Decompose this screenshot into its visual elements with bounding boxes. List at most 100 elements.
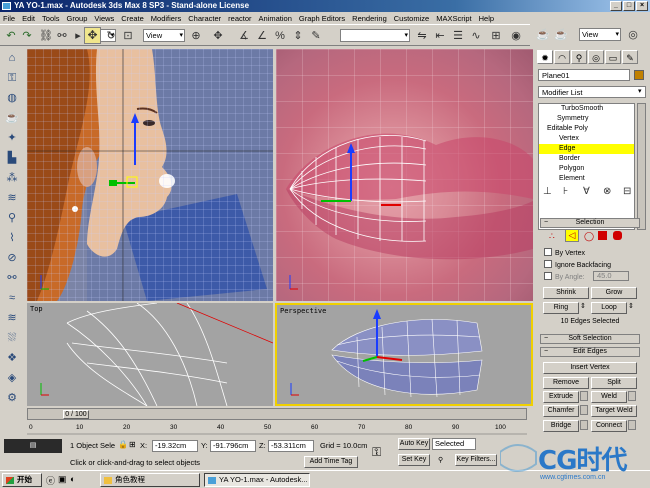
edge-mode-icon[interactable]: ◁ [565,229,579,242]
stack-scrollbar[interactable] [637,103,646,230]
viewport-left[interactable] [27,49,273,301]
light-icon[interactable]: ✦ [3,130,21,146]
utilities-tab-icon[interactable]: ✎ [622,50,638,64]
menu-customize[interactable]: Customize [394,14,429,23]
connect-settings-button[interactable] [628,420,636,430]
schematic-view-icon[interactable]: ⊞ [488,28,504,44]
render-scene-icon[interactable]: ☕ [535,27,551,43]
modifier-stack[interactable]: TurboSmooth Symmetry Editable Poly Verte… [538,103,635,230]
edit-edges-rollout-header[interactable]: Edit Edges [540,347,640,357]
maximize-button[interactable]: □ [623,1,635,11]
auto-key-button[interactable]: Auto Key [398,438,430,450]
chamfer-settings-button[interactable] [580,405,588,415]
stack-item-symmetry[interactable]: Symmetry [539,114,634,124]
stack-item-border[interactable]: Border [539,154,634,164]
menu-maxscript[interactable]: MAXScript [436,14,471,23]
redo-icon[interactable]: ↷ [19,28,35,44]
material-editor-icon[interactable]: ◉ [508,28,524,44]
chamfer-button[interactable]: Chamfer [543,405,579,417]
cloth-icon[interactable]: ⛆ [3,330,21,346]
utilities-icon[interactable]: ⚙ [3,390,21,406]
connect-button[interactable]: Connect [591,420,627,432]
object-name-field[interactable]: Plane01 [538,69,630,81]
quick-launch-media-icon[interactable]: ◐ [70,474,75,484]
angle-snap-icon[interactable]: ∠ [254,28,270,44]
create-tab-icon[interactable]: ✹ [537,50,553,64]
menu-tools[interactable]: Tools [42,14,60,23]
weld-settings-button[interactable] [628,391,636,401]
add-time-tag-button[interactable]: Add Time Tag [304,456,358,468]
bones-icon[interactable]: ⚯ [3,270,21,286]
target-weld-button[interactable]: Target Weld [591,405,637,417]
menu-group[interactable]: Group [67,14,88,23]
named-selection-icon[interactable]: ✎ [308,28,324,44]
border-mode-icon[interactable]: ◯ [584,231,594,242]
container-icon[interactable]: ⌂ [3,50,21,66]
task-button-folder[interactable]: 角色教程 [100,473,200,487]
show-end-result-icon[interactable]: ⊦ [563,186,568,197]
menu-views[interactable]: Views [94,14,114,23]
menu-graph-editors[interactable]: Graph Editors [299,14,345,23]
viewport-perspective[interactable]: Perspective [275,303,533,406]
stack-item-edge[interactable]: Edge [539,144,634,154]
menu-reactor[interactable]: reactor [228,14,251,23]
menu-modifiers[interactable]: Modifiers [151,14,181,23]
undo-icon[interactable]: ↶ [3,28,19,44]
element-mode-icon[interactable] [613,231,622,240]
link-icon[interactable]: ⛓ [38,28,54,44]
extrude-settings-button[interactable] [580,391,588,401]
maxscript-listener-icon[interactable]: ▤ [4,439,62,453]
motion-tab-icon[interactable]: ◎ [588,50,604,64]
move-tool-icon[interactable]: ✥ [84,27,101,44]
selected-set-dropdown[interactable]: Selected [432,438,476,450]
split-button[interactable]: Split [591,377,637,389]
quick-launch-ie-icon[interactable]: ⓔ [46,474,55,487]
bridge-settings-button[interactable] [580,420,588,430]
vertex-mode-icon[interactable]: ∴ [549,231,555,242]
grow-button[interactable]: Grow [591,287,637,299]
mirror-icon[interactable]: ⇋ [414,28,430,44]
by-angle-checkbox[interactable]: By Angle: [544,272,585,282]
fluid-icon[interactable]: ◈ [3,370,21,386]
percent-snap-icon[interactable]: % [272,28,288,44]
viewport-front[interactable] [276,49,533,301]
track-bar[interactable]: 0 10 20 30 40 50 60 70 80 90 100 [27,421,527,435]
stack-item-turbosmooth[interactable]: TurboSmooth [539,104,634,114]
minimize-button[interactable]: _ [610,1,622,11]
shrink-button[interactable]: Shrink [543,287,589,299]
menu-edit[interactable]: Edit [22,14,35,23]
x-coordinate-field[interactable]: -19.32cm [152,440,198,452]
menu-animation[interactable]: Animation [259,14,292,23]
absolute-mode-icon[interactable]: ⊞ [129,440,136,449]
stack-item-polygon[interactable]: Polygon [539,164,634,174]
configure-sets-icon[interactable]: ⊟ [623,186,631,197]
soft-selection-rollout-header[interactable]: Soft Selection [540,334,640,344]
set-key-button[interactable]: Set Key [398,454,430,466]
bridge-button[interactable]: Bridge [543,420,579,432]
modify-tab-icon[interactable]: ◠ [554,50,570,64]
make-unique-icon[interactable]: ∀ [583,186,590,197]
weld-button[interactable]: Weld [591,391,627,403]
lock-selection-icon[interactable]: 🔒 [118,440,128,449]
close-button[interactable]: × [636,1,648,11]
shapes-icon[interactable]: ▙ [3,150,21,166]
hierarchy-tab-icon[interactable]: ⚲ [571,50,587,64]
named-selection-sets-dropdown[interactable] [340,29,410,42]
unlink-icon[interactable]: ⚯ [54,28,70,44]
select-scale-icon[interactable]: ⊡ [120,28,136,44]
select-rotate-icon[interactable]: ↻ [103,28,119,44]
stack-item-editable-poly[interactable]: Editable Poly [539,124,634,134]
menu-create[interactable]: Create [121,14,144,23]
render-type-dropdown[interactable]: View [579,28,621,41]
layer-manager-icon[interactable]: ☰ [450,28,466,44]
display-tab-icon[interactable]: ▭ [605,50,621,64]
ignore-backfacing-checkbox[interactable]: Ignore Backfacing [544,260,611,270]
stack-item-vertex[interactable]: Vertex [539,134,634,144]
quick-render-icon[interactable]: ☕ [553,27,569,43]
stack-item-element[interactable]: Element [539,174,634,184]
remove-modifier-icon[interactable]: ⊗ [603,186,611,197]
menu-file[interactable]: File [3,14,15,23]
align-icon[interactable]: ⇤ [432,28,448,44]
loop-spinner[interactable]: ⇕ [628,302,634,310]
task-button-3dsmax[interactable]: YA YO-1.max - Autodesk... [204,473,310,487]
